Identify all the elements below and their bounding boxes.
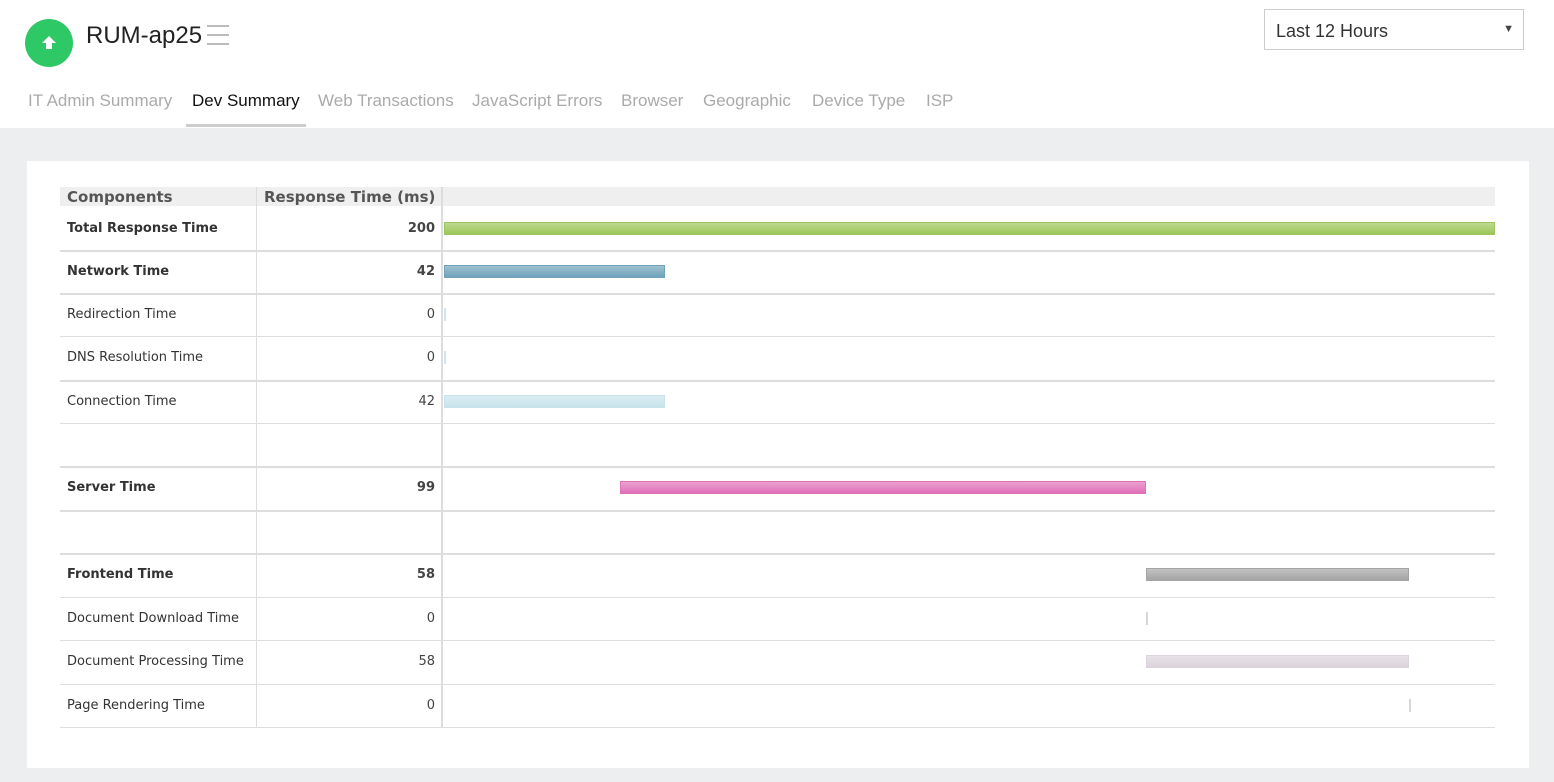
table-row: Connection Time 42 [60,380,1495,424]
component-name: Document Download Time [67,611,240,626]
response-time-value: 42 [418,394,435,409]
timing-bar[interactable] [620,481,1146,494]
component-name: Server Time [67,480,156,495]
components-header: Components [67,188,173,206]
time-range-select[interactable]: Last 12 Hours ▼ [1264,9,1524,50]
tab-geographic[interactable]: Geographic [703,88,791,128]
response-time-value: 0 [426,698,435,713]
monitor-name: RUM-ap25 [86,22,203,49]
tab-browser[interactable]: Browser [621,88,683,128]
response-time-value: 58 [418,654,435,669]
column-divider [441,187,443,727]
table-row [60,423,1495,468]
component-name: Total Response Time [67,221,218,236]
table-row [60,510,1495,555]
table-header: Components Response Time (ms) [60,187,1495,206]
table-row: Document Processing Time 58 [60,640,1495,685]
timing-bar[interactable] [444,395,665,408]
response-time-value: 58 [416,567,435,582]
component-name: Network Time [67,264,170,279]
table-row: Server Time 99 [60,466,1495,512]
tab-javascript-errors[interactable]: JavaScript Errors [472,88,602,128]
dropdown-caret-icon: ▼ [1503,23,1514,35]
hamburger-menu-icon[interactable] [207,25,229,47]
tab-device-type[interactable]: Device Type [812,88,905,128]
tab-it-admin-summary[interactable]: IT Admin Summary [28,88,172,128]
timing-bar[interactable] [1145,655,1410,668]
response-time-header: Response Time (ms) [264,188,436,206]
page-header: RUM-ap25 Last 12 Hours ▼ IT Admin Summar… [0,0,1554,128]
table-row: Redirection Time 0 [60,293,1495,337]
table-row: Total Response Time 200 [60,207,1495,252]
timing-bar[interactable] [444,265,665,278]
table-row: Page Rendering Time 0 [60,684,1495,728]
table-row: DNS Resolution Time 0 [60,336,1495,382]
tab-web-transactions[interactable]: Web Transactions [318,88,454,128]
table-row: Frontend Time 58 [60,553,1495,598]
table-row: Network Time 42 [60,250,1495,295]
timing-bar[interactable] [444,308,446,321]
tab-isp[interactable]: ISP [926,88,953,128]
table-row: Document Download Time 0 [60,597,1495,641]
timing-bar[interactable] [444,222,1495,235]
timing-bar[interactable] [1145,568,1410,581]
component-name: Page Rendering Time [67,698,205,713]
timing-bar[interactable] [444,351,446,364]
response-time-value: 0 [426,307,435,322]
component-name: Connection Time [67,394,177,409]
tab-dev-summary[interactable]: Dev Summary [186,88,306,128]
timing-bar[interactable] [1145,612,1148,625]
component-name: Redirection Time [67,307,177,322]
component-name: DNS Resolution Time [67,350,203,365]
response-time-value: 0 [426,611,435,626]
component-name: Document Processing Time [67,654,244,669]
response-time-value: 200 [407,221,435,236]
response-time-value: 99 [416,480,435,495]
column-divider [256,187,257,727]
component-name: Frontend Time [67,567,174,582]
time-range-value: Last 12 Hours [1276,21,1389,41]
timing-bar[interactable] [1409,699,1412,712]
response-time-value: 42 [416,264,435,279]
status-up-icon [25,19,73,67]
response-time-value: 0 [426,350,435,365]
